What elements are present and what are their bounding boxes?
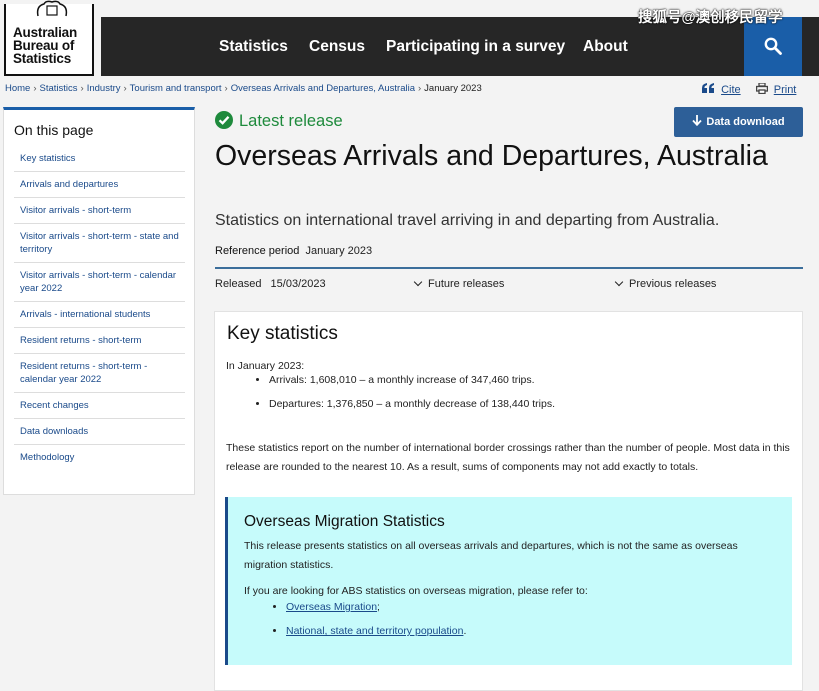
callout-paragraph: This release presents statistics on all … <box>244 540 738 571</box>
search-icon <box>764 37 782 55</box>
future-releases-toggle[interactable]: Future releases <box>413 277 505 290</box>
breadcrumb-tourism-and-transport[interactable]: Tourism and transport <box>130 83 222 94</box>
latest-release-label: Latest release <box>215 111 343 131</box>
sidebar-item-resident-returns[interactable]: Resident returns - short-term <box>14 328 185 354</box>
latest-release-text: Latest release <box>239 112 343 130</box>
chevron-down-icon <box>413 277 423 287</box>
sidebar-item-recent-changes[interactable]: Recent changes <box>14 393 185 419</box>
sidebar-item-methodology[interactable]: Methodology <box>14 445 185 470</box>
reference-period-label: Reference period <box>215 245 300 257</box>
future-releases-label: Future releases <box>428 278 505 290</box>
chevron-down-icon <box>614 277 624 287</box>
cite-label: Cite <box>721 84 741 96</box>
on-this-page-sidebar: On this page Key statistics Arrivals and… <box>3 107 195 495</box>
sidebar-item-resident-returns-2022[interactable]: Resident returns - short-term - calendar… <box>14 354 185 393</box>
check-circle-icon <box>215 111 233 129</box>
chevron-right-icon: › <box>80 83 84 94</box>
list-item: Overseas Migration; <box>286 601 466 614</box>
chevron-right-icon: › <box>224 83 228 94</box>
callout-links-list: Overseas Migration; National, state and … <box>256 601 466 649</box>
print-icon <box>755 82 768 95</box>
previous-releases-toggle[interactable]: Previous releases <box>614 277 717 290</box>
key-statistics-list: Arrivals: 1,608,010 – a monthly increase… <box>239 374 555 422</box>
sidebar-item-data-downloads[interactable]: Data downloads <box>14 419 185 445</box>
data-download-label: Data download <box>706 116 785 128</box>
sidebar-item-visitor-arrivals-2022[interactable]: Visitor arrivals - short-term - calendar… <box>14 263 185 302</box>
released-value: 15/03/2023 <box>270 278 326 290</box>
page-subtitle: Statistics on international travel arriv… <box>215 212 720 229</box>
sidebar-list: Key statistics Arrivals and departures V… <box>14 146 185 470</box>
watermark-text: 搜狐号@澳创移民留学 <box>638 10 783 26</box>
chevron-right-icon: › <box>33 83 37 94</box>
sidebar-item-international-students[interactable]: Arrivals - international students <box>14 302 185 328</box>
overseas-migration-callout: Overseas Migration Statistics This relea… <box>225 497 792 665</box>
abs-logo[interactable]: Australian Bureau of Statistics <box>4 0 94 76</box>
link-suffix: ; <box>377 601 380 613</box>
sidebar-item-visitor-arrivals[interactable]: Visitor arrivals - short-term <box>14 198 185 224</box>
reference-period: Reference period January 2023 <box>215 245 372 257</box>
chevron-right-icon: › <box>123 83 127 94</box>
print-label: Print <box>773 84 797 96</box>
callout-title: Overseas Migration Statistics <box>244 513 445 530</box>
breadcrumb-current: January 2023 <box>424 83 482 94</box>
reference-period-value: January 2023 <box>305 245 373 257</box>
sidebar-title: On this page <box>14 122 94 138</box>
key-statistics-paragraph: These statistics report on the number of… <box>226 442 790 473</box>
list-item: National, state and territory population… <box>286 625 466 638</box>
previous-releases-label: Previous releases <box>629 278 717 290</box>
breadcrumb-industry[interactable]: Industry <box>87 83 121 94</box>
released-label: Released <box>215 278 262 290</box>
sidebar-item-arrivals-and-departures[interactable]: Arrivals and departures <box>14 172 185 198</box>
page-actions: Cite Print <box>702 82 797 96</box>
nav-statistics[interactable]: Statistics <box>219 38 288 56</box>
list-item: Departures: 1,376,850 – a monthly decrea… <box>269 398 555 411</box>
nav-census[interactable]: Census <box>309 38 365 56</box>
sidebar-item-visitor-arrivals-state[interactable]: Visitor arrivals - short-term - state an… <box>14 224 185 263</box>
logo-text: Australian Bureau of Statistics <box>13 25 78 66</box>
nav-participating-in-a-survey[interactable]: Participating in a survey <box>386 38 565 56</box>
breadcrumb-home[interactable]: Home <box>5 83 30 94</box>
quote-icon <box>702 83 714 93</box>
link-suffix: . <box>463 625 467 637</box>
chevron-right-icon: › <box>418 83 422 94</box>
coat-of-arms-icon <box>36 0 68 17</box>
page-title: Overseas Arrivals and Departures, Austra… <box>215 140 768 172</box>
breadcrumb-statistics[interactable]: Statistics <box>40 83 78 94</box>
key-statistics-heading: Key statistics <box>227 323 338 344</box>
print-link[interactable]: Print <box>755 82 797 96</box>
list-item: Arrivals: 1,608,010 – a monthly increase… <box>269 374 555 387</box>
nav-about[interactable]: About <box>583 38 628 56</box>
sidebar-item-key-statistics[interactable]: Key statistics <box>14 146 185 172</box>
released-date: Released 15/03/2023 <box>215 278 326 290</box>
overseas-migration-link[interactable]: Overseas Migration <box>286 601 377 613</box>
callout-paragraph-refer: If you are looking for ABS statistics on… <box>244 585 588 597</box>
download-arrow-icon <box>692 115 703 127</box>
breadcrumb-overseas-arrivals[interactable]: Overseas Arrivals and Departures, Austra… <box>231 83 415 94</box>
breadcrumb: Home › Statistics › Industry › Tourism and tra… <box>5 83 482 94</box>
cite-link[interactable]: Cite <box>702 83 744 96</box>
population-link[interactable]: National, state and territory population <box>286 625 463 637</box>
key-statistics-intro: In January 2023: <box>226 360 305 372</box>
divider <box>215 267 803 269</box>
key-statistics-card: Key statistics In January 2023: Arrivals… <box>214 311 803 691</box>
data-download-button[interactable]: Data download <box>674 107 803 137</box>
